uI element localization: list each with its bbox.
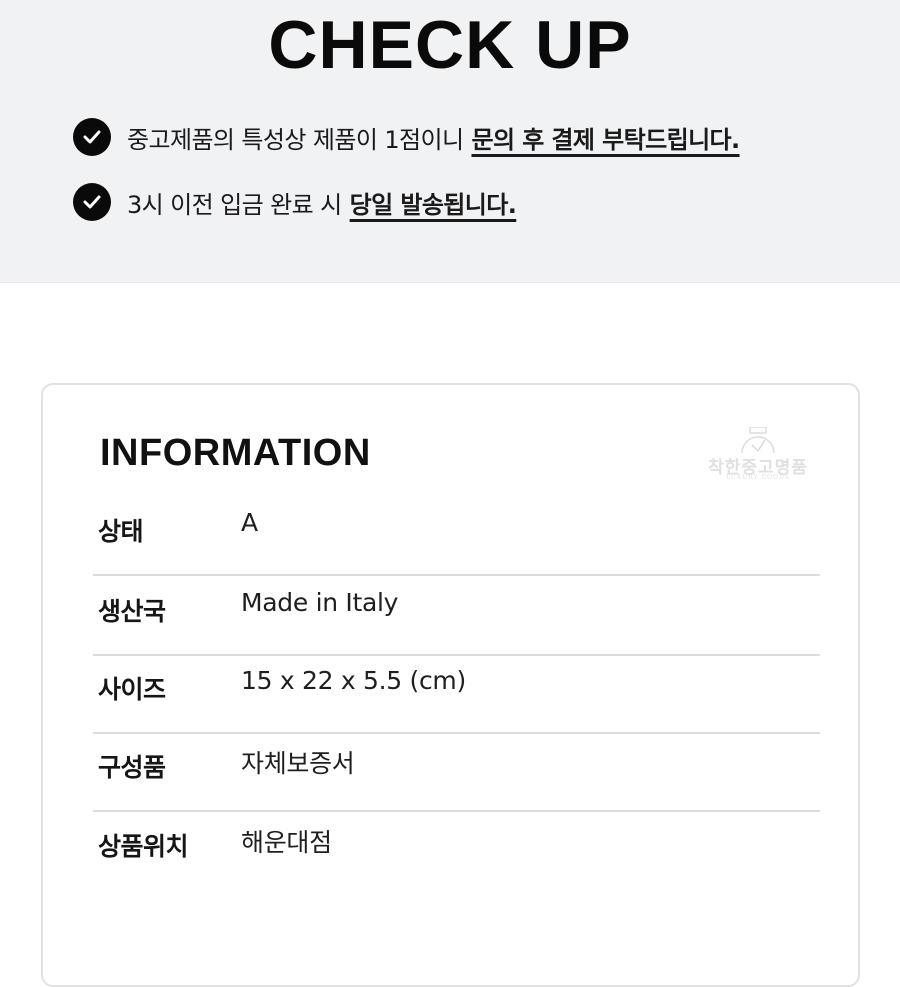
info-value: A [241,508,258,537]
check-circle-icon [73,118,111,156]
info-label: 상품위치 [98,832,189,861]
info-label: 상태 [98,517,144,546]
check-up-title: CHECK UP [268,7,632,83]
info-row-location: 상품위치 해운대점 [93,813,820,891]
info-row-origin: 생산국 Made in Italy [93,578,820,656]
notice-text: 중고제품의 특성상 제품이 1점이니 [127,125,464,154]
watch-icon [741,427,775,454]
information-title: INFORMATION [100,432,371,474]
info-value: 해운대점 [241,828,332,857]
info-row-condition: 상태 A [93,498,820,576]
row-divider [93,810,820,812]
information-card: INFORMATION 착한중고명품 LUXURY GOODS 상태 A 생산국… [41,383,860,987]
info-value: 자체보증서 [241,749,355,778]
info-label: 사이즈 [98,675,166,704]
row-divider [93,574,820,576]
notice-item: 중고제품의 특성상 제품이 1점이니 문의 후 결제 부탁드립니다. [73,117,740,157]
notice-emphasis: 당일 발송됩니다. [349,190,517,219]
check-circle-icon [73,183,111,221]
info-value: Made in Italy [241,588,399,617]
info-label: 구성품 [98,753,166,782]
notice-item: 3시 이전 입금 완료 시 당일 발송됩니다. [73,182,517,222]
info-value: 15 x 22 x 5.5 (cm) [241,666,466,695]
notice-text: 3시 이전 입금 완료 시 [127,190,342,219]
brand-watermark: 착한중고명품 LUXURY GOODS [698,427,818,487]
info-row-components: 구성품 자체보증서 [93,734,820,812]
info-row-size: 사이즈 15 x 22 x 5.5 (cm) [93,656,820,734]
watermark-subtitle: LUXURY GOODS [726,474,790,481]
notice-emphasis: 문의 후 결제 부탁드립니다. [471,125,740,154]
info-label: 생산국 [98,597,166,626]
check-up-section: CHECK UP 중고제품의 특성상 제품이 1점이니 문의 후 결제 부탁드립… [0,0,900,283]
